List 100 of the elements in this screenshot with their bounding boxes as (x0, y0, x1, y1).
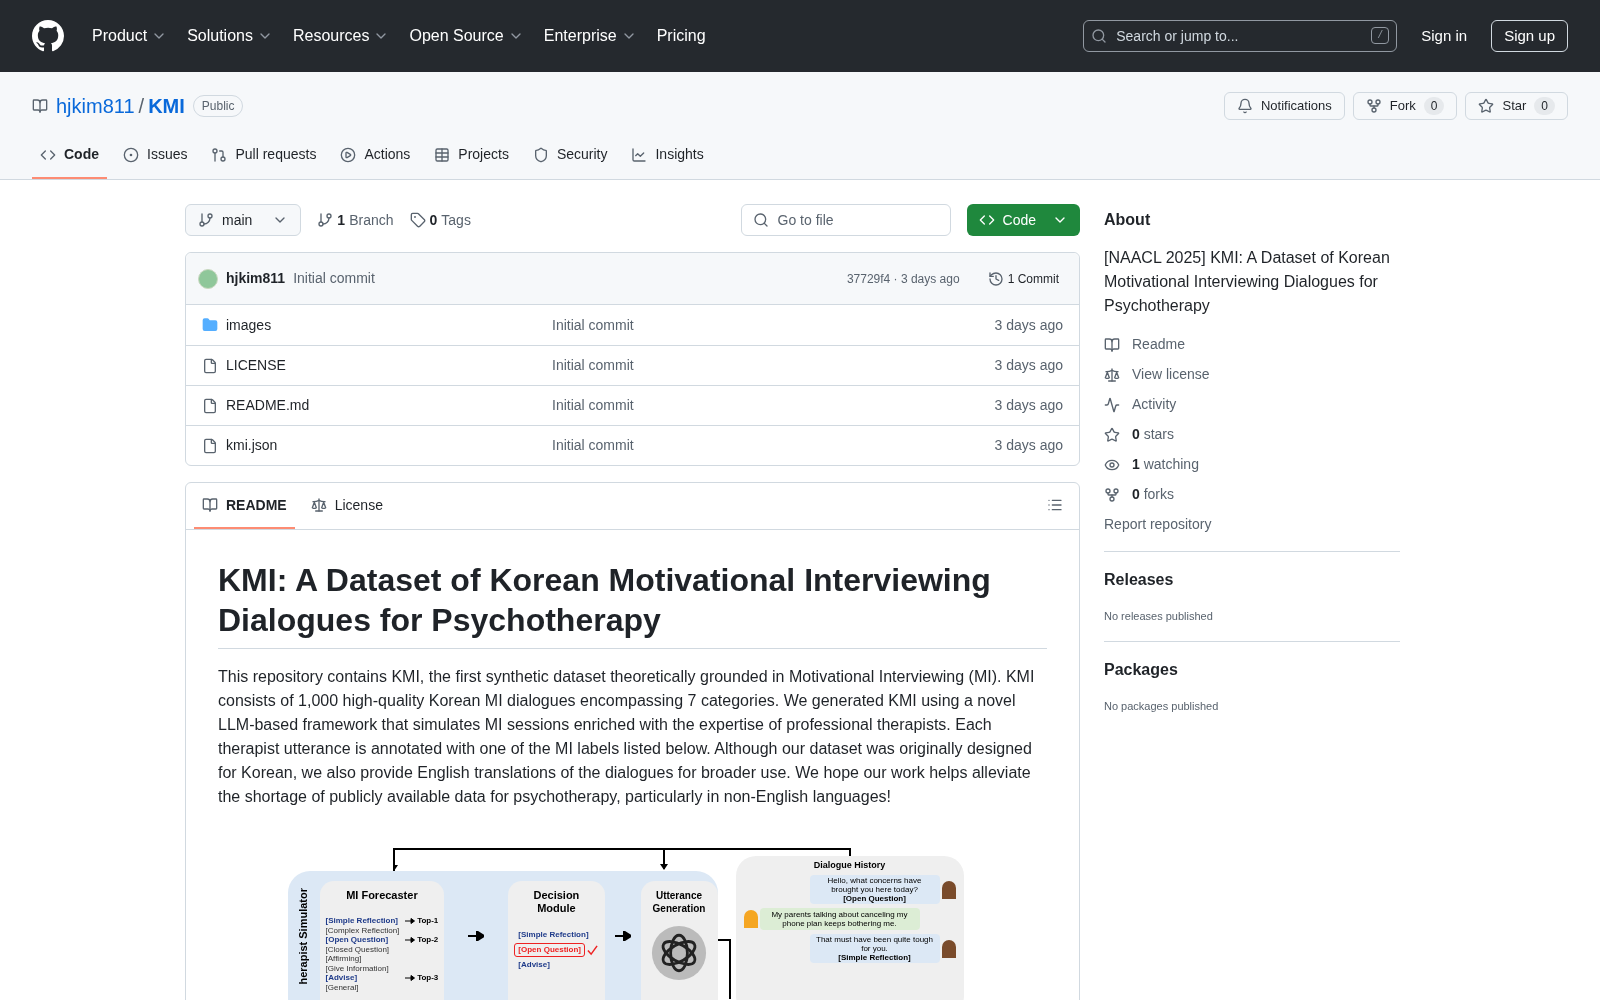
mi-label: [Complex Reflection] (325, 925, 400, 935)
report-link[interactable]: Report repository (1104, 514, 1400, 535)
nav-menu-item[interactable]: Enterprise (535, 24, 645, 48)
readme-tab[interactable]: README (194, 483, 295, 529)
commit-message-link[interactable]: Initial commit (552, 395, 634, 416)
commit-message-link[interactable]: Initial commit (552, 435, 634, 456)
fork-icon (1104, 486, 1120, 503)
book-icon (1104, 336, 1120, 353)
message-text: That must have been quite tough for you. (815, 935, 934, 953)
code-button[interactable]: Code (966, 204, 1080, 236)
repo-action-button[interactable]: Fork 0 (1352, 92, 1458, 120)
arrow-icon (405, 974, 416, 981)
nav-menu-item[interactable]: Pricing (648, 24, 714, 48)
repo-action-button[interactable]: Notifications (1223, 92, 1345, 120)
owner-link[interactable]: hjkim811 (56, 91, 135, 121)
star-icon (1104, 426, 1120, 443)
commit-message-link[interactable]: Initial commit (552, 355, 634, 376)
file-icon (202, 397, 218, 414)
sign-in-link[interactable]: Sign in (1421, 24, 1468, 48)
tags-link[interactable]: 0 Tags (409, 209, 471, 231)
repo-tab[interactable]: Security (524, 132, 616, 179)
table-icon (434, 146, 451, 163)
book-icon (202, 497, 218, 513)
pull-request-icon (211, 146, 228, 163)
scale-icon (310, 497, 327, 513)
readme-tab[interactable]: License (302, 483, 391, 529)
graph-icon (631, 146, 648, 163)
repo-tab[interactable]: Insights (623, 132, 712, 179)
history-title: Dialogue History (812, 860, 887, 871)
about-link[interactable]: 1 watching (1104, 454, 1400, 475)
count-label: 0 (1534, 97, 1555, 115)
file-icon (202, 357, 218, 374)
about-link[interactable]: 0 stars (1104, 424, 1400, 445)
mi-label: [General] (325, 982, 359, 992)
file-name-link[interactable]: README.md (226, 395, 310, 416)
repo-action-button[interactable]: Star 0 (1465, 92, 1568, 120)
about-link[interactable]: 0 forks (1104, 484, 1400, 505)
arrow-icon (614, 931, 631, 941)
releases-title: Releases (1104, 570, 1175, 590)
mi-label: [Advise] (325, 973, 358, 983)
commit-message: Initial commit (293, 269, 375, 288)
about-link[interactable]: Readme (1104, 334, 1400, 355)
person-icon (941, 939, 956, 958)
commits-link[interactable]: 1 Commit (979, 269, 1067, 288)
check-icon (587, 944, 598, 956)
star-icon (1478, 98, 1495, 114)
file-time: 3 days ago (994, 315, 1063, 335)
go-to-file-field[interactable]: Go to file (740, 204, 951, 236)
nav-menu-item[interactable]: Solutions (179, 24, 281, 48)
avatar (198, 268, 218, 289)
mi-label: [Closed Question] (325, 944, 390, 954)
arrow-icon (405, 917, 416, 924)
repo-name-link[interactable]: KMI (148, 91, 185, 121)
branch-icon (317, 212, 334, 228)
repo-tab[interactable]: Actions (332, 132, 419, 179)
sign-up-button[interactable]: Sign up (1491, 20, 1568, 52)
message-label: [Open Question] (843, 894, 906, 903)
nav-menu-item[interactable]: Resources (284, 24, 398, 48)
github-logo-icon[interactable] (32, 20, 64, 52)
nav-menu-item[interactable]: Open Source (401, 24, 532, 48)
search-icon (1091, 28, 1108, 44)
pulse-icon (1104, 396, 1120, 413)
code-icon (978, 212, 995, 228)
commit-message-link[interactable]: Initial commit (552, 314, 634, 336)
readme-paragraph: This repository contains KMI, the first synthetic dataset theoretically grounded in Motivational Interviewing (MI). KMI consists of 1,000 high-quality Korean MI dialogues encompassing 7 categories. We generated KMI using a novel LLM-based framework that simulates MI sessions enriched with the expertise of professional therapists. Each therapist utterance is annotated with one of the MI labels listed below. Although our dataset was originally designed for Korean, we also provide English translations of the dialogues for broader use. We hope our work helps alleviate the shortage of publicly available data for psychotherapy, particularly in non-English languages! (218, 667, 1036, 807)
readme-title: KMI: A Dataset of Korean Motivational Interviewing Dialogues for Psychotherapy (218, 560, 1047, 649)
nav-menu-item[interactable]: Product (84, 24, 176, 48)
about-link[interactable]: View license (1104, 364, 1400, 385)
decision-option: [Simple Refection] (514, 929, 593, 941)
folder-icon (202, 317, 218, 333)
decision-option: [Advise] (514, 959, 554, 971)
file-name-link[interactable]: images (226, 314, 272, 336)
forecaster-title: MI Forecaster (345, 889, 419, 902)
branch-button[interactable]: main (185, 204, 302, 236)
file-icon (202, 437, 218, 454)
outline-icon[interactable] (1047, 497, 1063, 513)
repo-tab[interactable]: Code (32, 132, 107, 179)
author-link[interactable]: hjkim811 (226, 268, 286, 289)
decision-option: [Open Question] (514, 943, 585, 957)
scale-icon (1104, 366, 1120, 383)
about-title: About (1104, 210, 1152, 230)
repo-tab[interactable]: Pull requests (203, 132, 325, 179)
message-text: Hello, what concerns have brought you here today? (826, 876, 923, 894)
about-description: [NAACL 2025] KMI: A Dataset of Korean Motivational Interviewing Dialogues for Psychotherapy (1104, 248, 1391, 316)
repo-tab[interactable]: Projects (426, 132, 517, 179)
message-text: My parents talking about canceling my phone plan keeps bothering me. (770, 910, 909, 928)
mi-label: [Give Information] (325, 963, 389, 973)
circle-dot-icon (123, 146, 139, 163)
repo-tab[interactable]: Issues (115, 132, 196, 179)
file-time: 3 days ago (994, 356, 1063, 375)
person-icon (941, 880, 956, 899)
about-link[interactable]: Activity (1104, 394, 1400, 415)
file-name-link[interactable]: kmi.json (226, 435, 278, 456)
branches-link[interactable]: 1 Branch (317, 209, 394, 231)
history-icon (987, 270, 1004, 287)
person-icon (743, 910, 758, 928)
tag-icon (409, 212, 426, 228)
message-label: [Simple Reflection] (838, 953, 911, 962)
mi-label: [Affirming] (325, 954, 362, 964)
file-name-link[interactable]: LICENSE (226, 355, 286, 376)
